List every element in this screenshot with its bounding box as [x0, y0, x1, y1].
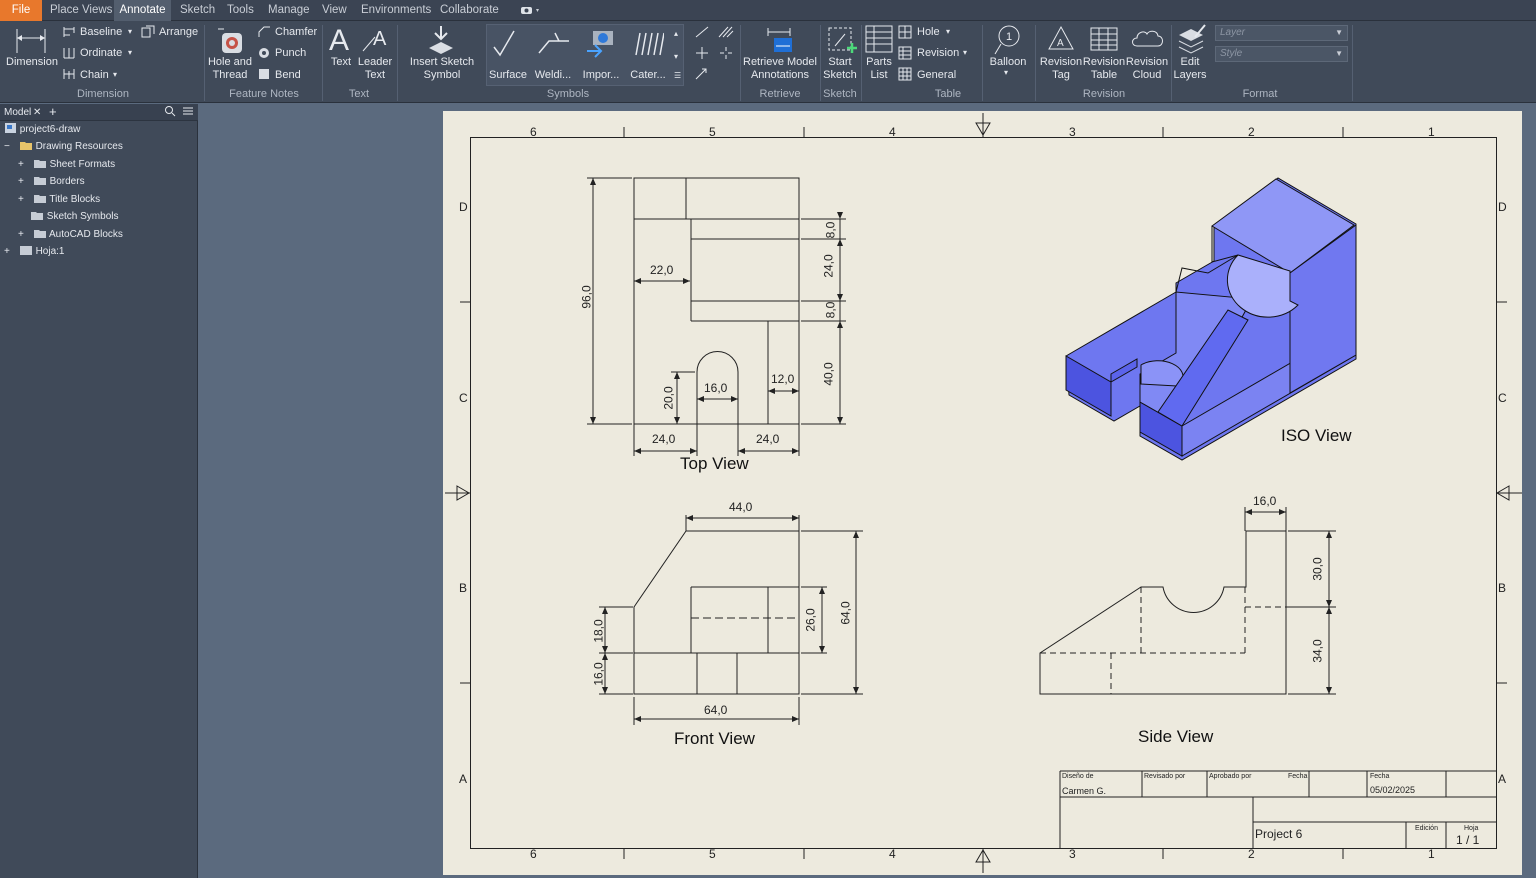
tb-approved-label: Aprobado por: [1209, 773, 1252, 780]
app-window: File Place Views Annotate Sketch Tools M…: [0, 0, 1536, 878]
dim-text[interactable]: 44,0: [729, 500, 752, 514]
side-view: [1039, 507, 1336, 695]
tb-date: 05/02/2025: [1370, 785, 1416, 795]
dim-text[interactable]: 24,0: [652, 432, 675, 446]
view-label-side[interactable]: Side View: [1138, 727, 1213, 747]
dim-text[interactable]: 8,0: [823, 302, 837, 319]
dim-text[interactable]: 64,0: [839, 601, 853, 624]
dim-text[interactable]: 24,0: [822, 254, 836, 277]
tb-date-label-2: Fecha: [1370, 773, 1390, 780]
view-label-iso[interactable]: ISO View: [1281, 426, 1352, 446]
tb-designed-by: Carmen G.: [1062, 786, 1107, 796]
dim-text[interactable]: 24,0: [756, 432, 779, 446]
tb-date-label: Fecha: [1288, 773, 1308, 780]
front-view: [599, 515, 863, 725]
dim-text[interactable]: 18,0: [592, 619, 606, 642]
dim-text[interactable]: 16,0: [704, 381, 727, 395]
top-view: [587, 177, 846, 456]
dim-text[interactable]: 22,0: [650, 263, 673, 277]
dim-text[interactable]: 26,0: [804, 608, 818, 631]
dim-text[interactable]: 40,0: [822, 362, 836, 385]
dim-text[interactable]: 30,0: [1311, 557, 1325, 580]
tb-sheet-number: 1 / 1: [1456, 833, 1480, 847]
dim-text[interactable]: 16,0: [592, 662, 606, 685]
view-label-front[interactable]: Front View: [674, 729, 755, 749]
dim-text[interactable]: 96,0: [580, 285, 594, 308]
tb-edition-label: Edición: [1415, 825, 1438, 832]
dim-text[interactable]: 8,0: [823, 222, 837, 239]
iso-view: [1065, 177, 1357, 461]
dim-text[interactable]: 34,0: [1311, 639, 1325, 662]
view-label-top[interactable]: Top View: [680, 454, 749, 474]
dim-text[interactable]: 64,0: [704, 703, 727, 717]
tb-title: Project 6: [1255, 827, 1303, 841]
dim-text[interactable]: 20,0: [662, 386, 676, 409]
tb-reviewed-label: Revisado por: [1144, 773, 1186, 780]
tb-designed-label: Diseño de: [1062, 773, 1094, 780]
dim-text[interactable]: 12,0: [771, 372, 794, 386]
tb-sheet-label: Hoja: [1464, 825, 1479, 832]
dim-text[interactable]: 16,0: [1253, 494, 1276, 508]
